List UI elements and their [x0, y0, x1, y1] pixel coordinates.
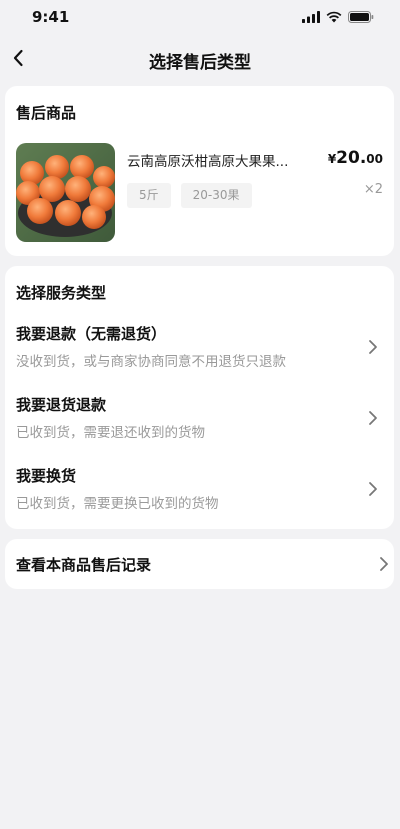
status-time: 9:41 [32, 8, 70, 26]
price-integer: 20. [336, 148, 367, 168]
service-list: 我要退款（无需退货） 没收到货，或与商家协商同意不用退货只退款 我要退货退款 已… [16, 314, 383, 527]
page-title: 选择售后类型 [149, 52, 251, 73]
status-bar: 9:41 [0, 0, 400, 34]
signal-icon [302, 11, 320, 23]
service-option-desc: 已收到货，需要更换已收到的货物 [16, 496, 219, 512]
chevron-right-icon [369, 411, 377, 425]
spec-tags: 5斤 20-30果 [127, 183, 383, 208]
price-symbol: ¥ [327, 152, 337, 166]
back-arrow-icon [13, 49, 23, 67]
chevron-right-icon [369, 340, 377, 354]
product-row[interactable]: 云南高原沃柑高原大果果... 5斤 20-30果 ¥20.00 ×2 [16, 143, 383, 242]
product-card: 售后商品 云南高原沃柑高原大果果... 5斤 20-30果 ¥20.00 ×2 [5, 86, 394, 256]
product-name: 云南高原沃柑高原大果果... [127, 154, 289, 170]
back-button[interactable] [6, 46, 30, 70]
service-section-title: 选择服务类型 [16, 284, 107, 302]
product-price: ¥20.00 [328, 148, 383, 168]
service-option-refund-only[interactable]: 我要退款（无需退货） 没收到货，或与商家协商同意不用退货只退款 [16, 314, 383, 385]
status-icons [302, 11, 374, 23]
record-link-label: 查看本商品售后记录 [16, 555, 152, 574]
service-option-return-refund[interactable]: 我要退货退款 已收到货，需要退还收到的货物 [16, 385, 383, 456]
service-type-card: 选择服务类型 我要退款（无需退货） 没收到货，或与商家协商同意不用退货只退款 我… [5, 266, 394, 529]
chevron-right-icon [369, 482, 377, 496]
service-option-title: 我要退货退款 [16, 396, 107, 414]
product-image [16, 143, 115, 242]
wifi-icon [326, 11, 342, 23]
chevron-right-icon [380, 557, 388, 571]
service-option-title: 我要退款（无需退货） [16, 325, 167, 343]
product-quantity: ×2 [363, 182, 383, 197]
after-sales-record-link[interactable]: 查看本商品售后记录 [5, 539, 394, 589]
product-section-title: 售后商品 [16, 104, 77, 122]
spec-tag-count: 20-30果 [180, 183, 252, 208]
nav-bar: 选择售后类型 [0, 34, 400, 86]
service-option-title: 我要换货 [16, 467, 77, 485]
service-option-exchange[interactable]: 我要换货 已收到货，需要更换已收到的货物 [16, 456, 383, 527]
spec-tag-weight: 5斤 [127, 183, 171, 208]
service-option-desc: 没收到货，或与商家协商同意不用退货只退款 [16, 354, 286, 370]
product-info: 云南高原沃柑高原大果果... 5斤 20-30果 ¥20.00 ×2 [127, 143, 383, 242]
battery-icon [348, 11, 374, 23]
price-decimal: 00 [366, 152, 383, 166]
service-option-desc: 已收到货，需要退还收到的货物 [16, 425, 205, 441]
